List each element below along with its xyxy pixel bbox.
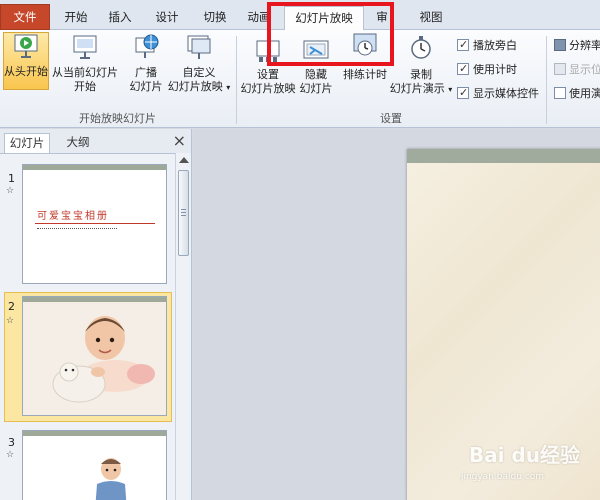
- group-label-start-slideshow: 开始放映幻灯片: [79, 112, 156, 125]
- checkbox-empty-icon: [554, 87, 566, 99]
- scrollbar-thumb[interactable]: [178, 170, 189, 256]
- slide-thumbnail-2[interactable]: [22, 296, 167, 416]
- record-label-line1: 录制: [410, 68, 432, 81]
- scrollbar-grip: [181, 212, 186, 213]
- use-presenter-label: 使用演: [569, 87, 600, 100]
- from-current-label-line1: 从当前幻灯片: [52, 66, 118, 79]
- slides-scrollbar[interactable]: [175, 153, 191, 500]
- broadcast-label-line2: 幻灯片: [129, 80, 163, 93]
- tab-file[interactable]: 文件: [0, 4, 50, 30]
- hide-label-line2: 幻灯片: [299, 82, 333, 95]
- record-slideshow-button[interactable]: 录制 幻灯片演示 ▾: [388, 34, 454, 96]
- tab-home[interactable]: 开始: [56, 6, 96, 30]
- slide-number: 3: [8, 436, 15, 449]
- use-timings-label: 使用计时: [473, 63, 517, 76]
- projector-screen-icon: [71, 34, 99, 60]
- title-underline: [35, 223, 155, 224]
- custom-show-icon: [185, 34, 213, 60]
- custom-label-line2: 幻灯片放映 ▾: [166, 80, 232, 95]
- globe-broadcast-icon: [132, 34, 160, 60]
- close-icon[interactable]: ×: [173, 131, 186, 150]
- checkbox-checked-icon: [457, 37, 469, 53]
- slide-thumbnail-1[interactable]: 可爱宝宝相册: [22, 164, 167, 284]
- tab-slides[interactable]: 幻灯片: [4, 133, 50, 153]
- use-presenter-view-checkbox[interactable]: 使用演: [554, 86, 600, 102]
- highlight-annotation: [267, 2, 394, 66]
- show-on-label: 显示位: [569, 63, 600, 76]
- custom-label-text: 幻灯片放映: [167, 80, 223, 93]
- slide-number: 1: [8, 172, 15, 185]
- chevron-down-icon: ▾: [448, 85, 453, 94]
- tab-view[interactable]: 视图: [414, 6, 448, 30]
- baby-photo-image: [23, 436, 166, 500]
- slides-panel: 幻灯片 大纲 × 1 ☆ 可爱宝宝相册 2 ☆ 3 ☆: [0, 129, 192, 500]
- slide-editing-canvas: Bai du经验 jingyan.baidu.com: [193, 129, 600, 500]
- star-icon: ☆: [6, 450, 15, 460]
- record-label-text: 幻灯片演示: [389, 82, 445, 95]
- baidu-watermark: Bai du经验: [468, 443, 580, 467]
- custom-slideshow-button[interactable]: 自定义 幻灯片放映 ▾: [166, 34, 232, 96]
- play-narration-checkbox[interactable]: 播放旁白: [457, 37, 517, 54]
- show-media-controls-label: 显示媒体控件: [473, 87, 539, 100]
- checkbox-checked-icon: [457, 61, 469, 77]
- slide-thumbnail-list: 1 ☆ 可爱宝宝相册 2 ☆ 3 ☆: [0, 153, 175, 500]
- play-narration-label: 播放旁白: [473, 39, 517, 52]
- rehearse-label: 排练计时: [343, 68, 387, 81]
- scrollbar-grip: [181, 215, 186, 216]
- broadcast-label-line1: 广播: [135, 66, 157, 79]
- group-separator: [236, 36, 237, 124]
- tab-transitions[interactable]: 切换: [194, 6, 236, 30]
- resolution-icon: [554, 39, 566, 51]
- from-current-slide-button[interactable]: 从当前幻灯片 开始: [50, 34, 120, 96]
- scrollbar-grip: [181, 209, 186, 210]
- slide-header-bar: [23, 165, 166, 170]
- broadcast-slideshow-button[interactable]: 广播 幻灯片: [124, 34, 168, 96]
- star-icon: ☆: [6, 186, 15, 196]
- group-separator: [546, 36, 547, 124]
- from-beginning-button[interactable]: 从头开始: [3, 32, 49, 90]
- slide-number: 2: [8, 300, 15, 313]
- group-label-setup: 设置: [380, 112, 402, 125]
- slide-title: 可爱宝宝相册: [37, 211, 109, 222]
- baby-photo-image: [23, 302, 166, 415]
- slide-header-bar: [407, 149, 600, 163]
- subtitle-line: [37, 228, 117, 230]
- resolution-label: 分辨率: [569, 39, 600, 52]
- setup-label-line1: 设置: [257, 68, 279, 81]
- stopwatch-icon: [407, 34, 435, 60]
- slide-thumbnail-3[interactable]: [22, 430, 167, 500]
- scroll-up-arrow-icon[interactable]: [179, 157, 189, 163]
- watermark-url: jingyan.baidu.com: [460, 472, 544, 482]
- resolution-dropdown[interactable]: 分辨率: [554, 38, 600, 54]
- tab-design[interactable]: 设计: [146, 6, 188, 30]
- monitor-icon: [554, 63, 566, 75]
- show-on-dropdown[interactable]: 显示位: [554, 62, 600, 78]
- setup-label-line2: 幻灯片放映: [240, 82, 296, 95]
- checkbox-checked-icon: [457, 85, 469, 101]
- star-icon: ☆: [6, 316, 15, 326]
- tab-outline[interactable]: 大纲: [58, 133, 98, 153]
- show-media-controls-checkbox[interactable]: 显示媒体控件: [457, 85, 539, 102]
- from-current-label-line2: 开始: [74, 80, 96, 93]
- use-timings-checkbox[interactable]: 使用计时: [457, 61, 517, 78]
- hide-label-line1: 隐藏: [305, 68, 327, 81]
- record-label-line2: 幻灯片演示 ▾: [388, 82, 454, 97]
- tab-insert[interactable]: 插入: [100, 6, 140, 30]
- chevron-down-icon: ▾: [226, 83, 231, 92]
- custom-label-line1: 自定义: [182, 66, 216, 79]
- from-beginning-label: 从头开始: [4, 65, 48, 78]
- projector-play-icon: [12, 33, 40, 59]
